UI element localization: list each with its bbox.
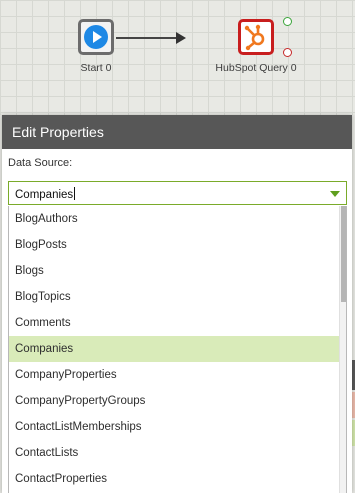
connector-line: [116, 37, 182, 39]
data-source-options-list[interactable]: BlogAuthors BlogPosts Blogs BlogTopics Comme…: [8, 206, 347, 493]
hubspot-icon: [244, 24, 265, 51]
data-source-input[interactable]: Companies: [15, 187, 76, 201]
workflow-canvas[interactable]: Start 0 HubSpot Query 0: [0, 0, 355, 115]
start-node[interactable]: Start 0: [78, 19, 114, 74]
data-source-option[interactable]: BlogAuthors: [9, 206, 339, 232]
data-source-select[interactable]: Companies: [8, 181, 347, 205]
dialog-title: Edit Properties: [2, 115, 352, 149]
data-source-option[interactable]: ContactLists: [9, 440, 339, 466]
play-icon: [84, 25, 108, 49]
data-source-label: Data Source:: [8, 157, 73, 169]
data-source-option[interactable]: CompanyPropertyGroups: [9, 388, 339, 414]
start-node-box[interactable]: [78, 19, 114, 55]
data-source-option[interactable]: ContactProperties: [9, 466, 339, 492]
connector-arrow-icon: [176, 32, 186, 44]
list-scrollbar[interactable]: [339, 206, 346, 493]
failure-port[interactable]: [283, 48, 292, 57]
data-source-option[interactable]: Companies: [9, 336, 339, 362]
scrollbar-thumb[interactable]: [341, 206, 346, 302]
data-source-option[interactable]: BlogPosts: [9, 232, 339, 258]
data-source-option[interactable]: Comments: [9, 310, 339, 336]
data-source-option[interactable]: ContactListMemberships: [9, 414, 339, 440]
hubspot-query-node[interactable]: HubSpot Query 0: [215, 19, 297, 74]
edit-properties-dialog: Edit Properties Data Source: Companies B…: [2, 115, 352, 493]
start-node-label: Start 0: [80, 62, 112, 74]
success-port[interactable]: [283, 17, 292, 26]
data-source-option[interactable]: Blogs: [9, 258, 339, 284]
hubspot-node-label: HubSpot Query 0: [215, 62, 297, 74]
data-source-option[interactable]: BlogTopics: [9, 284, 339, 310]
chevron-down-icon[interactable]: [330, 191, 340, 197]
hubspot-node-box[interactable]: [238, 19, 274, 55]
data-source-option[interactable]: CompanyProperties: [9, 362, 339, 388]
